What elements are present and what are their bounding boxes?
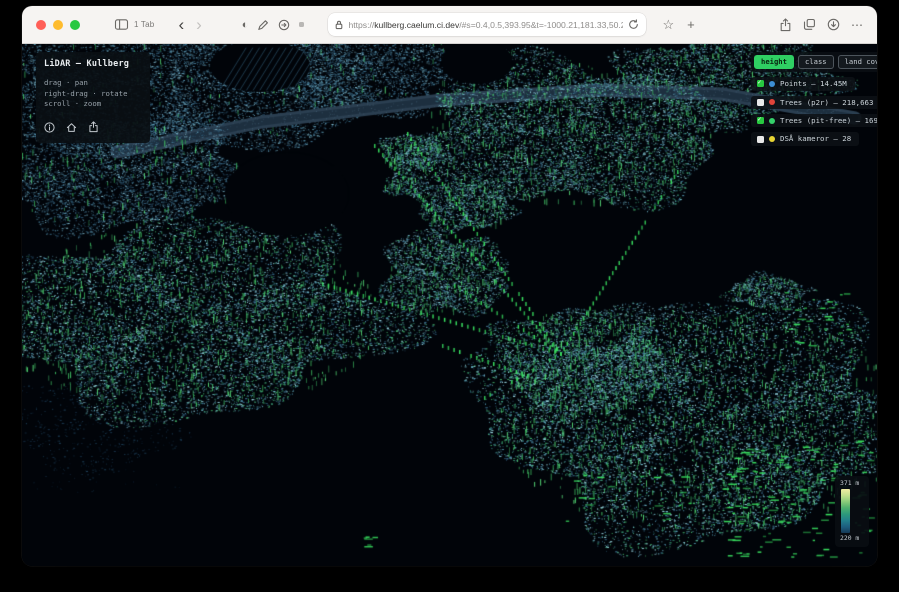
hud-panel: LiDAR — Kullberg drag · pan right-drag ·… (36, 52, 150, 143)
help-scroll-zoom: scroll · zoom (44, 99, 142, 110)
desktop-background: 1 Tab ‹ › ◐ (0, 0, 899, 592)
mode-button-height[interactable]: height (754, 55, 794, 69)
close-window-button[interactable] (36, 20, 46, 30)
url-params: /#s=0.4,0.5,393.95&t=-1000.21,181.33,50.… (459, 20, 623, 30)
browser-window: 1 Tab ‹ › ◐ (22, 6, 877, 566)
back-button[interactable]: ‹ (178, 16, 184, 33)
layer-checkbox[interactable] (757, 99, 764, 106)
downloads-icon[interactable] (827, 18, 840, 31)
forward-button[interactable]: › (196, 16, 202, 33)
circle-arrow-extension-icon[interactable] (278, 19, 290, 31)
elevation-legend: 371 m 220 m (835, 476, 869, 547)
reader-contrast-icon[interactable]: ◐ (242, 19, 249, 31)
bookmark-star-icon[interactable]: ☆ (662, 17, 674, 33)
layer-label: Trees (pit-free) — 169,706 (780, 117, 877, 124)
toolbar-right-icons: ⋯ (779, 18, 863, 32)
layer-row-trees-p2r[interactable]: Trees (p2r) — 218,663 (751, 96, 877, 109)
layer-row-dsa-kameror[interactable]: DSÅ kameror — 28 (751, 132, 859, 145)
new-tab-icon[interactable]: + (687, 17, 695, 32)
layer-color-dot (769, 136, 775, 142)
share-icon[interactable] (779, 18, 792, 32)
lock-icon (335, 20, 343, 30)
minimize-window-button[interactable] (53, 20, 63, 30)
elevation-max-label: 371 m (840, 480, 864, 488)
browser-toolbar: 1 Tab ‹ › ◐ (22, 6, 877, 44)
more-options-icon[interactable]: ⋯ (851, 18, 863, 32)
window-controls (36, 20, 80, 30)
extension-buttons: ◐ (242, 19, 305, 31)
mode-button-land-cover[interactable]: land cover (838, 55, 877, 69)
lidar-viewport[interactable] (22, 44, 877, 566)
app-title: LiDAR — Kullberg (44, 59, 142, 69)
layer-color-dot (769, 118, 775, 124)
help-rightdrag-rotate: right-drag · rotate (44, 89, 142, 100)
page-content: LiDAR — Kullberg drag · pan right-drag ·… (22, 44, 877, 566)
url-host: kullberg.caelum.ci.dev (374, 20, 459, 30)
url-text: https://kullberg.caelum.ci.dev/#s=0.4,0.… (348, 20, 623, 30)
elevation-gradient-bar (841, 489, 850, 533)
mode-button-class[interactable]: class (798, 55, 834, 69)
layer-color-dot (769, 81, 775, 87)
layer-checkbox[interactable] (757, 80, 764, 87)
sidebar-toggle-icon[interactable] (114, 18, 129, 31)
layer-checkbox[interactable] (757, 136, 764, 143)
layer-row-trees-pitfree[interactable]: Trees (pit-free) — 169,706 (751, 114, 877, 127)
layer-label: Points — 14.45M (780, 80, 847, 87)
layer-checkbox[interactable] (757, 117, 764, 124)
zoom-window-button[interactable] (70, 20, 80, 30)
home-icon[interactable] (66, 118, 77, 137)
layer-label: Trees (p2r) — 218,663 (780, 99, 873, 106)
info-icon[interactable] (44, 118, 55, 137)
share-link-icon[interactable] (88, 118, 99, 137)
layer-row-points[interactable]: Points — 14.45M (751, 77, 855, 90)
layers-panel: height class land cover Points — 14.45M … (751, 52, 877, 146)
tab-overview-icon[interactable] (803, 18, 816, 31)
tab-count-button[interactable]: 1 Tab (134, 20, 154, 29)
color-mode-switch: height class land cover (751, 52, 877, 72)
layer-label: DSÅ kameror — 28 (780, 135, 851, 142)
url-scheme: https:// (348, 20, 374, 30)
layer-color-dot (769, 99, 775, 105)
elevation-min-label: 220 m (840, 535, 864, 543)
pen-extension-icon[interactable] (257, 19, 269, 31)
address-bar[interactable]: https://kullberg.caelum.ci.dev/#s=0.4,0.… (328, 13, 646, 36)
reload-icon[interactable] (628, 19, 639, 30)
extension-dot-icon[interactable] (299, 22, 304, 27)
help-drag-pan: drag · pan (44, 78, 142, 89)
